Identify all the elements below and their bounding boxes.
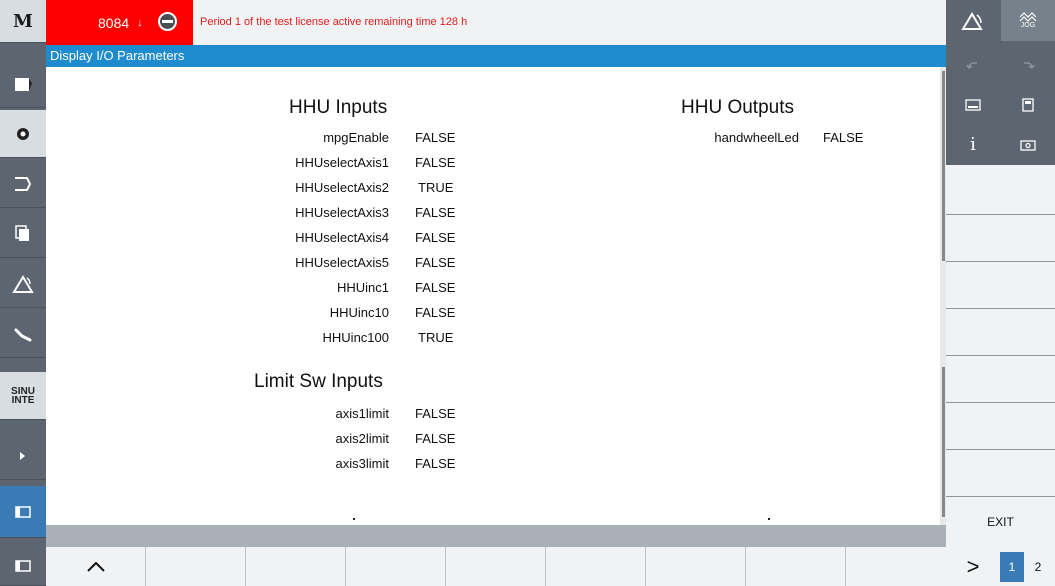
dot-marker xyxy=(768,518,770,520)
param-value: FALSE xyxy=(415,255,456,270)
exit-button[interactable]: EXIT xyxy=(946,497,1055,547)
param-name: handwheelLed xyxy=(714,130,799,145)
param-name: axis3limit xyxy=(335,456,389,471)
param-name: HHUinc100 xyxy=(322,330,389,345)
page-1-button[interactable]: 1 xyxy=(1000,552,1024,582)
wrench-icon[interactable] xyxy=(0,310,46,358)
param-name: HHUselectAxis2 xyxy=(295,180,389,195)
right-function-panel: JOG i xyxy=(946,0,1055,165)
param-value: FALSE xyxy=(415,130,456,145)
softkey-h6[interactable] xyxy=(546,547,646,586)
page-navigation: > 1 2 xyxy=(946,547,1055,586)
parameter-icon[interactable] xyxy=(0,160,46,208)
page-2-button[interactable]: 2 xyxy=(1026,552,1050,582)
dot-marker xyxy=(353,518,355,520)
param-name: axis2limit xyxy=(335,431,389,446)
softkey-h5[interactable] xyxy=(446,547,546,586)
copy-icon[interactable] xyxy=(0,210,46,258)
camera-icon[interactable] xyxy=(1001,124,1055,165)
softkey-h8[interactable] xyxy=(746,547,846,586)
horizontal-softkey-bar xyxy=(46,547,946,586)
param-value: FALSE xyxy=(823,130,864,145)
inte-label: INTE xyxy=(11,394,35,406)
alarm-icon[interactable] xyxy=(0,260,46,308)
hhu-inputs-title: HHU Inputs xyxy=(289,97,388,118)
scroll-thumb[interactable] xyxy=(942,71,945,261)
machine-logo-label: M xyxy=(13,10,33,32)
param-name: HHUselectAxis1 xyxy=(295,155,389,170)
param-value: FALSE xyxy=(415,456,456,471)
param-value: TRUE xyxy=(418,180,454,195)
jog-label: JOG xyxy=(1020,22,1036,29)
program-manager-icon[interactable] xyxy=(0,110,46,158)
license-message: Period 1 of the test license active rema… xyxy=(200,16,468,28)
alarm-number: 8084 xyxy=(98,14,130,31)
softkey-h3[interactable] xyxy=(246,547,346,586)
softkey-h9[interactable] xyxy=(846,547,946,586)
softkey-v5[interactable] xyxy=(946,356,1055,403)
alarm-box[interactable]: 8084 ↓ xyxy=(46,0,193,45)
param-name: HHUselectAxis4 xyxy=(295,230,389,245)
param-name: axis1limit xyxy=(335,406,389,421)
softkey-h2[interactable] xyxy=(146,547,246,586)
machine-logo[interactable]: M xyxy=(0,0,46,43)
param-name: HHUselectAxis3 xyxy=(295,205,389,220)
jog-icon xyxy=(1019,12,1037,22)
softkey-v4[interactable] xyxy=(946,309,1055,356)
param-value: FALSE xyxy=(415,205,456,220)
param-value: TRUE xyxy=(418,330,454,345)
exit-label: EXIT xyxy=(987,515,1014,529)
limit-sw-inputs-title: Limit Sw Inputs xyxy=(254,371,383,392)
sinumerik-logo[interactable]: SINU INTE xyxy=(0,372,46,420)
scroll-thumb[interactable] xyxy=(942,367,945,517)
param-name: HHUinc10 xyxy=(329,305,389,320)
status-strip xyxy=(46,525,946,547)
keyboard-icon[interactable] xyxy=(946,84,1000,125)
calculator-icon[interactable] xyxy=(1001,84,1055,125)
expand-icon[interactable] xyxy=(0,432,46,480)
main-panel: HHU Inputs mpgEnable FALSE HHUselectAxis… xyxy=(46,67,946,525)
program-icon[interactable] xyxy=(0,60,46,108)
softkey-v3[interactable] xyxy=(946,262,1055,309)
param-value: FALSE xyxy=(415,230,456,245)
next-page-button[interactable]: > xyxy=(946,547,1000,586)
softkey-v1[interactable] xyxy=(946,165,1055,215)
param-name: HHUinc1 xyxy=(336,280,389,295)
up-button[interactable] xyxy=(46,547,146,586)
header: 8084 ↓ Period 1 of the test license acti… xyxy=(46,0,946,45)
chevron-up-icon xyxy=(86,561,105,572)
param-value: FALSE xyxy=(415,305,456,320)
param-name: mpgEnable xyxy=(323,130,389,145)
param-value: FALSE xyxy=(415,155,456,170)
title-bar: Display I/O Parameters xyxy=(46,45,946,67)
left-toolbar: M SINU INTE xyxy=(0,0,46,586)
screen-icon[interactable] xyxy=(0,547,46,586)
softkey-h7[interactable] xyxy=(646,547,746,586)
info-icon[interactable]: i xyxy=(946,124,1000,165)
undo-icon[interactable] xyxy=(946,44,1000,85)
param-value: FALSE xyxy=(415,280,456,295)
window-icon[interactable] xyxy=(0,486,46,538)
jog-button[interactable]: JOG xyxy=(1001,0,1055,41)
alarm-triangle-icon[interactable] xyxy=(946,0,1000,41)
page-title: Display I/O Parameters xyxy=(50,48,185,63)
softkey-v2[interactable] xyxy=(946,215,1055,262)
softkey-h4[interactable] xyxy=(346,547,446,586)
param-value: FALSE xyxy=(415,431,456,446)
redo-icon[interactable] xyxy=(1001,44,1055,85)
license-icon xyxy=(158,12,177,31)
softkey-v7[interactable] xyxy=(946,450,1055,497)
vertical-softkey-bar: EXIT xyxy=(946,165,1055,547)
hhu-outputs-title: HHU Outputs xyxy=(681,97,794,118)
param-name: HHUselectAxis5 xyxy=(295,255,389,270)
param-value: FALSE xyxy=(415,406,456,421)
alarm-arrow-icon: ↓ xyxy=(137,16,143,29)
softkey-v6[interactable] xyxy=(946,403,1055,450)
